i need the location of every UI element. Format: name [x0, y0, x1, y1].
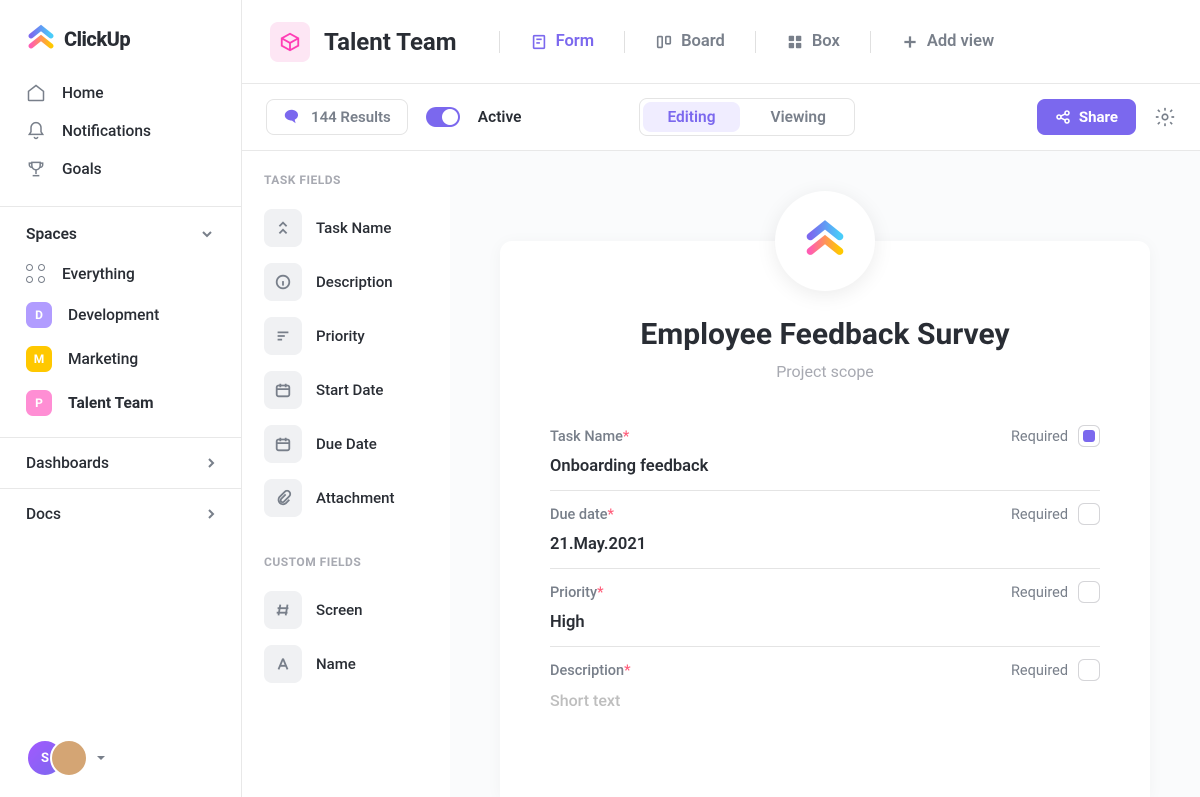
form-subtitle[interactable]: Project scope — [550, 362, 1100, 381]
mode-switch: Editing Viewing — [639, 98, 854, 136]
dropdown-caret-icon[interactable] — [96, 753, 106, 763]
avatar[interactable] — [50, 739, 88, 777]
sidebar: ClickUp Home Notifications Goals Spaces — [0, 0, 242, 797]
page-icon — [270, 22, 310, 62]
space-marketing[interactable]: M Marketing — [0, 337, 241, 381]
page-title: Talent Team — [324, 28, 457, 56]
form-canvas: Employee Feedback Survey Project scope T… — [450, 151, 1200, 797]
fields-panel: TASK FIELDS Task Name Description Priori… — [242, 151, 450, 797]
space-badge: M — [26, 346, 52, 372]
nav-goals[interactable]: Goals — [0, 150, 241, 188]
required-checkbox[interactable] — [1078, 581, 1100, 603]
main-area: Talent Team Form Board Box Add view — [242, 0, 1200, 797]
required-label: Required — [1011, 662, 1068, 679]
settings-gear-icon[interactable] — [1154, 106, 1176, 128]
bell-icon — [26, 121, 46, 141]
field-description[interactable]: Description — [242, 255, 450, 309]
custom-field-name[interactable]: Name — [242, 637, 450, 691]
plus-icon — [901, 33, 919, 51]
chevron-down-icon — [199, 226, 215, 242]
text-icon — [264, 645, 302, 683]
trophy-icon — [26, 159, 46, 179]
calendar-icon — [264, 371, 302, 409]
nav-main: Home Notifications Goals — [0, 70, 241, 206]
field-task-name[interactable]: Task Name — [242, 201, 450, 255]
board-icon — [655, 33, 673, 51]
clickup-logo-icon — [803, 219, 847, 263]
clickup-logo-icon — [26, 24, 56, 54]
share-icon — [1055, 109, 1071, 125]
info-icon — [264, 263, 302, 301]
home-icon — [26, 83, 46, 103]
nav-notifications[interactable]: Notifications — [0, 112, 241, 150]
field-due-date[interactable]: Due Date — [242, 417, 450, 471]
mode-viewing[interactable]: Viewing — [743, 99, 854, 135]
field-value[interactable]: Onboarding feedback — [550, 457, 1100, 476]
nav-dashboards[interactable]: Dashboards — [0, 437, 241, 488]
custom-field-screen[interactable]: Screen — [242, 583, 450, 637]
field-value[interactable]: 21.May.2021 — [550, 535, 1100, 554]
field-label: Due date* — [550, 506, 614, 523]
share-button[interactable]: Share — [1037, 99, 1136, 135]
field-value[interactable]: High — [550, 613, 1100, 632]
paperclip-icon — [264, 479, 302, 517]
comment-icon — [283, 108, 301, 126]
form-card: Employee Feedback Survey Project scope T… — [500, 241, 1150, 797]
nav-docs[interactable]: Docs — [0, 488, 241, 539]
results-pill[interactable]: 144 Results — [266, 99, 408, 135]
required-label: Required — [1011, 428, 1068, 445]
custom-fields-heading: CUSTOM FIELDS — [242, 555, 450, 583]
sidebar-footer: S — [0, 719, 241, 797]
topbar: Talent Team Form Board Box Add view — [242, 0, 1200, 84]
view-tab-box[interactable]: Box — [770, 32, 856, 51]
space-everything[interactable]: Everything — [0, 255, 241, 293]
view-tab-board[interactable]: Board — [639, 32, 741, 51]
required-label: Required — [1011, 506, 1068, 523]
hash-icon — [264, 591, 302, 629]
required-checkbox[interactable] — [1078, 659, 1100, 681]
space-development[interactable]: D Development — [0, 293, 241, 337]
nav-home[interactable]: Home — [0, 74, 241, 112]
double-chevron-icon — [264, 209, 302, 247]
space-talent-team[interactable]: P Talent Team — [0, 381, 241, 425]
brand-logo[interactable]: ClickUp — [0, 0, 241, 70]
active-label: Active — [478, 108, 522, 126]
box-icon — [279, 31, 301, 53]
field-placeholder[interactable]: Short text — [550, 691, 1100, 710]
grid-icon — [26, 264, 46, 284]
field-label: Description* — [550, 662, 631, 679]
calendar-icon — [264, 425, 302, 463]
task-fields-heading: TASK FIELDS — [242, 173, 450, 201]
add-view-button[interactable]: Add view — [885, 32, 1010, 51]
form-logo[interactable] — [775, 191, 875, 291]
chevron-right-icon — [203, 455, 219, 471]
mode-editing[interactable]: Editing — [643, 102, 739, 132]
spaces-section: Spaces Everything D Development M Market… — [0, 206, 241, 437]
field-attachment[interactable]: Attachment — [242, 471, 450, 525]
form-field-priority[interactable]: Priority* Required High — [550, 569, 1100, 647]
field-label: Task Name* — [550, 428, 629, 445]
required-label: Required — [1011, 584, 1068, 601]
space-badge: P — [26, 390, 52, 416]
field-start-date[interactable]: Start Date — [242, 363, 450, 417]
spaces-header[interactable]: Spaces — [0, 225, 241, 255]
field-label: Priority* — [550, 584, 604, 601]
view-tab-form[interactable]: Form — [514, 32, 611, 51]
field-priority[interactable]: Priority — [242, 309, 450, 363]
required-checkbox[interactable] — [1078, 425, 1100, 447]
box-grid-icon — [786, 33, 804, 51]
form-icon — [530, 33, 548, 51]
chevron-right-icon — [203, 506, 219, 522]
form-field-due-date[interactable]: Due date* Required 21.May.2021 — [550, 491, 1100, 569]
brand-name: ClickUp — [64, 27, 130, 51]
priority-icon — [264, 317, 302, 355]
space-badge: D — [26, 302, 52, 328]
content-area: TASK FIELDS Task Name Description Priori… — [242, 151, 1200, 797]
active-toggle[interactable] — [426, 107, 460, 127]
form-field-task-name[interactable]: Task Name* Required Onboarding feedback — [550, 413, 1100, 491]
required-checkbox[interactable] — [1078, 503, 1100, 525]
form-field-description[interactable]: Description* Required Short text — [550, 647, 1100, 724]
toolbar: 144 Results Active Editing Viewing Share — [242, 84, 1200, 151]
